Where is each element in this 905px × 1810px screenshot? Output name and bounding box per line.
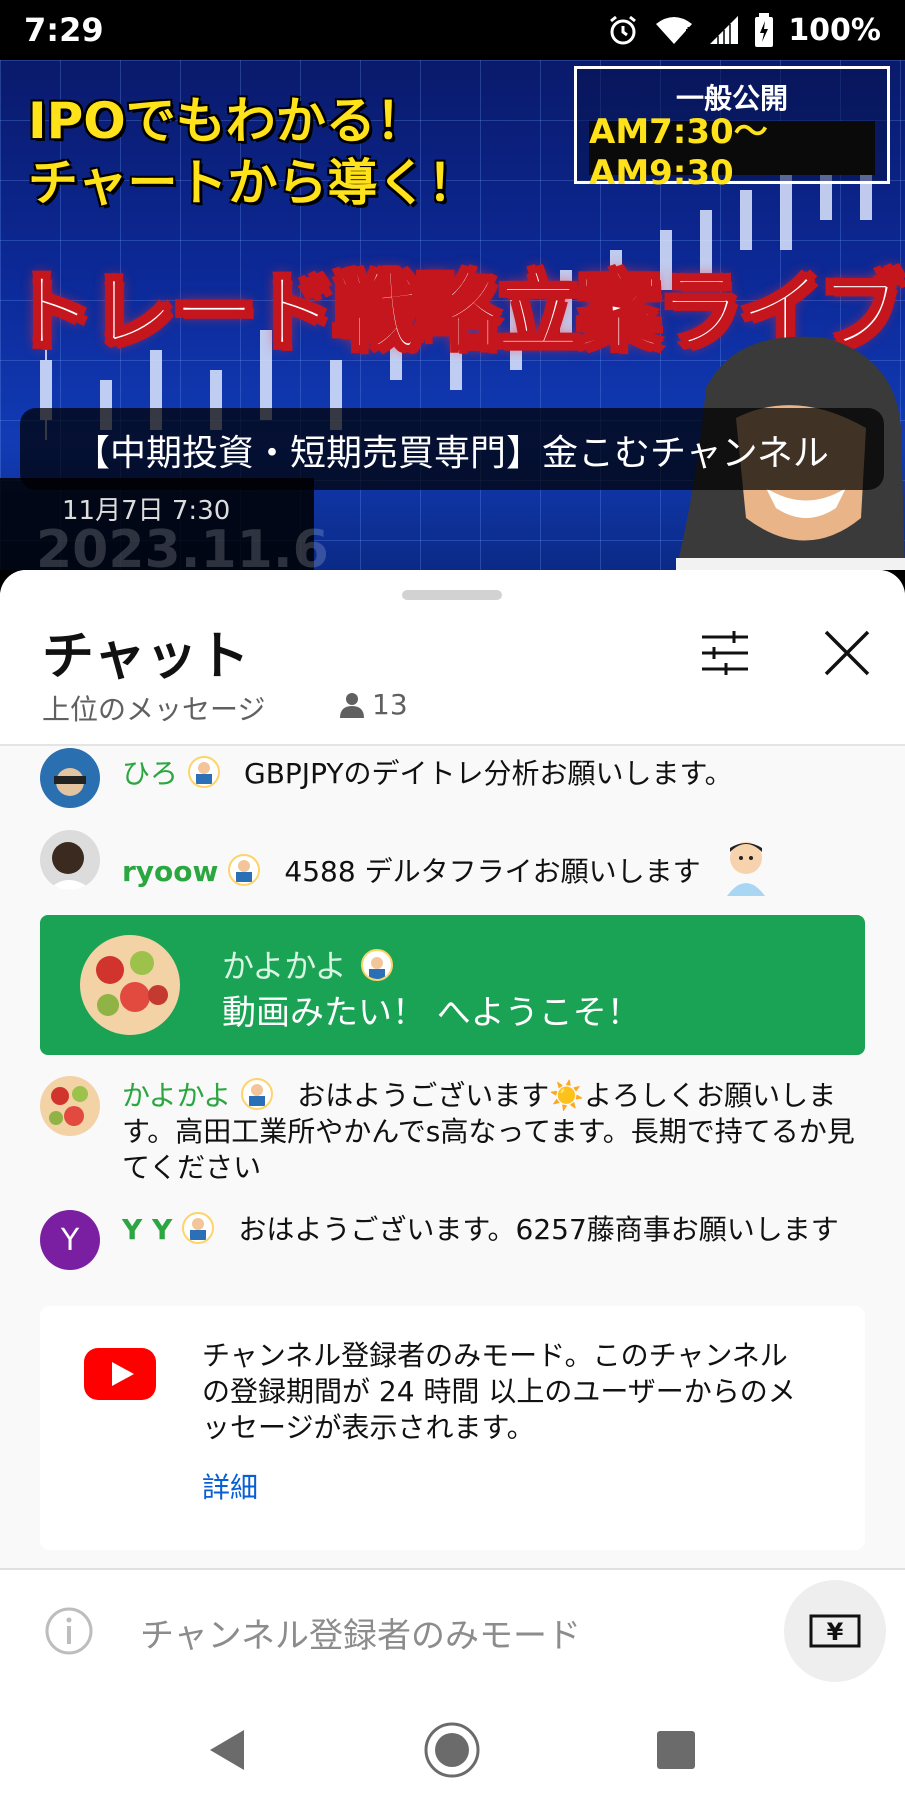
recents-icon (657, 1731, 695, 1769)
battery-icon (755, 13, 774, 47)
video-date: 11月7日 7:30 (62, 496, 231, 526)
video-channel-title: 【中期投資・短期売買専門】金こむチャンネル (74, 433, 829, 474)
notice-text: チャンネル登録者のみモード。このチャンネルの登録期間が 24 時間 以上のユーザ… (202, 1339, 796, 1444)
yen-symbol: ¥ (827, 1618, 844, 1646)
back-icon (210, 1730, 244, 1770)
drag-handle[interactable] (402, 590, 502, 600)
avatar[interactable] (40, 748, 100, 808)
info-icon[interactable] (44, 1606, 94, 1656)
avatar (80, 935, 180, 1035)
viewer-count-value: 13 (372, 688, 408, 721)
youtube-icon (84, 1348, 156, 1400)
person-icon (340, 692, 364, 718)
chat-author[interactable]: ひろ (122, 757, 178, 790)
chat-message: かよかよ おはようございます☀️よろしくお願いします。高田工業所やかんでs高なって… (40, 1076, 870, 1186)
emoji-sticker (727, 842, 766, 896)
avatar[interactable]: Y (40, 1210, 100, 1270)
welcome-author: かよかよ (222, 941, 393, 987)
member-badge (188, 756, 221, 788)
chat-author[interactable]: ryoow (122, 855, 218, 888)
headline-line-2: チャートから導く！ (28, 154, 478, 212)
chat-message-body: ryoow 4588 デルタフライお願いします (122, 842, 870, 902)
chat-author[interactable]: Y Y (122, 1213, 172, 1246)
home-icon (424, 1722, 480, 1778)
member-badge (360, 949, 393, 981)
status-bar: 7:29 100% (0, 0, 905, 60)
wifi-icon (656, 17, 693, 44)
chat-text: 4588 デルタフライお願いします (284, 855, 701, 888)
public-time: AM7:30〜AM9:30 (589, 112, 875, 193)
alarm-icon (610, 15, 637, 45)
member-badge (182, 1212, 215, 1244)
viewer-count: 13 (340, 688, 408, 721)
close-icon (824, 630, 870, 676)
chat-input[interactable]: チャンネル登録者のみモード (140, 1608, 581, 1657)
chat-mode-dropdown[interactable]: 上位のメッセージ (42, 688, 265, 728)
avatar[interactable] (40, 830, 100, 890)
member-badge (228, 854, 261, 886)
video-player[interactable]: IPOでもわかる！ チャートから導く！ 一般公開 AM7:30〜AM9:30 ト… (0, 60, 905, 570)
chat-header: チャット 上位のメッセージ 13 (0, 570, 905, 746)
details-link[interactable]: 詳細 (202, 1466, 258, 1506)
chat-title: チャット (42, 627, 250, 687)
signal-icon (710, 16, 739, 44)
chat-message: Y Y Y おはようございます。6257藤商事お願いします (40, 1210, 870, 1290)
super-chat-button[interactable]: ¥ (784, 1580, 886, 1682)
close-button[interactable] (812, 618, 882, 688)
video-date-band: 2023.11.6 11月7日 7:30 (0, 478, 329, 570)
chat-message-body: ひろ GBPJPYのデイトレ分析お願いします。 (122, 756, 870, 792)
home-button[interactable] (422, 1720, 482, 1780)
chat-panel: チャット 上位のメッセージ 13 ひろ GBPJPYのデイトレ分析お願いします。 (0, 570, 905, 1810)
chat-text: おはようございます。6257藤商事お願いします (238, 1213, 839, 1246)
welcome-author-name: かよかよ (222, 947, 347, 985)
welcome-text: 動画みたい！ へようこそ！ (222, 993, 641, 1033)
avatar[interactable] (40, 1076, 100, 1136)
chat-text: GBPJPYのデイトレ分析お願いします。 (244, 757, 733, 790)
headline-line-1: IPOでもわかる！ (28, 92, 426, 150)
video-headline: IPOでもわかる！ チャートから導く！ (28, 90, 478, 214)
chat-message-body: かよかよ おはようございます☀️よろしくお願いします。高田工業所やかんでs高なって… (122, 1078, 870, 1186)
system-navigation-bar (0, 1690, 905, 1810)
public-schedule-box: 一般公開 AM7:30〜AM9:30 (574, 66, 890, 193)
battery-percent: 100% (788, 12, 881, 48)
chat-message: ひろ GBPJPYのデイトレ分析お願いします。 (40, 748, 870, 808)
chat-author[interactable]: かよかよ (122, 1079, 231, 1112)
subscriber-mode-notice: チャンネル登録者のみモード。このチャンネルの登録期間が 24 時間 以上のユーザ… (40, 1306, 865, 1550)
filter-icon (702, 631, 748, 675)
status-time: 7:29 (24, 11, 104, 49)
yen-icon: ¥ (809, 1614, 861, 1648)
back-button[interactable] (196, 1720, 256, 1780)
chat-text: おはようございます☀️よろしくお願いします。高田工業所やかんでs高なってます。長… (122, 1079, 855, 1184)
chat-message: ryoow 4588 デルタフライお願いします (40, 830, 870, 896)
welcome-banner[interactable]: かよかよ 動画みたい！ へようこそ！ (40, 915, 865, 1055)
chat-input-bar: チャンネル登録者のみモード ¥ (0, 1568, 905, 1690)
year-overlay: 2023.11.6 (36, 520, 329, 570)
filter-button[interactable] (690, 618, 760, 688)
recents-button[interactable] (646, 1720, 706, 1780)
member-badge (241, 1078, 274, 1110)
chat-message-body: Y Y おはようございます。6257藤商事お願いします (122, 1212, 870, 1248)
